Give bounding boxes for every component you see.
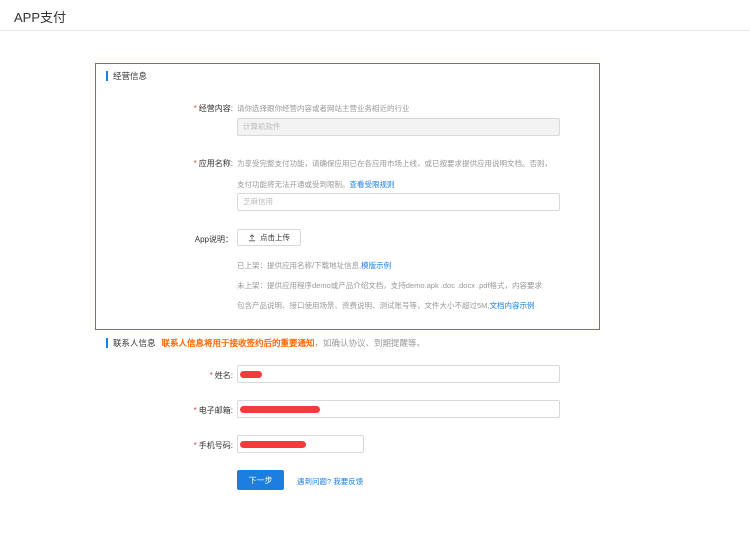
business-content-field[interactable]: 计算机软件 (237, 118, 560, 136)
contact-note: 联系人信息将用于接收签约后的重要通知 (161, 338, 315, 348)
unlisted-hint-line2: 包含产品说明、接口使用场景、资费说明、测试账号等，文件大小不超过5M,文档内容示… (237, 301, 535, 310)
contact-section-title: 联系人信息 (113, 338, 156, 348)
next-button[interactable]: 下一步 (237, 470, 284, 490)
redaction-mark (240, 406, 320, 413)
unlisted-hint-line1: 未上架：提供应用程序demo或产品介绍文档，支持demo.apk .doc .d… (237, 281, 543, 290)
top-bar: APP支付 (0, 0, 750, 31)
restriction-rules-link[interactable]: 查看受限规则 (350, 180, 395, 189)
app-name-input[interactable]: 芝麻信用 (237, 193, 560, 211)
contact-note-suffix: ，如确认协议、到期提醒等。 (314, 338, 426, 348)
app-desc-label: App说明： (194, 235, 233, 244)
doc-example-link[interactable]: 文档内容示例 (490, 301, 535, 310)
page-title: APP支付 (14, 10, 67, 25)
business-content-label: * 经营内容: (193, 104, 233, 113)
template-example-link[interactable]: 模版示例 (361, 261, 391, 270)
section-marker (106, 71, 108, 81)
business-section-header: 经营信息 (106, 70, 147, 82)
app-name-hint-line2: 支付功能将无法开通或受到限制。查看受限规则 (237, 180, 395, 189)
redaction-mark (240, 371, 262, 378)
required-mark: * (193, 441, 197, 450)
email-label: * 电子邮箱: (193, 406, 233, 415)
email-input[interactable] (237, 400, 560, 418)
phone-input[interactable] (237, 435, 364, 453)
upload-button-label: 点击上传 (260, 233, 290, 242)
upload-icon (248, 233, 256, 241)
required-mark: * (193, 104, 197, 113)
app-name-hint-line1: 为享受完整支付功能，请确保应用已在各应用市场上线，或已按要求提供应用说明文档。否… (237, 159, 552, 168)
name-input[interactable] (237, 365, 560, 383)
app-name-label: * 应用名称: (193, 159, 233, 168)
business-content-hint: 请你选择跟你经营内容或者网站主营业务相近的行业 (237, 104, 410, 113)
required-mark: * (193, 159, 197, 168)
listed-hint: 已上架：提供应用名称/下载地址信息,模版示例 (237, 261, 392, 270)
upload-button[interactable]: 点击上传 (237, 229, 301, 246)
name-label: * 姓名: (209, 371, 233, 380)
business-section-title: 经营信息 (113, 71, 148, 81)
section-marker (106, 338, 108, 348)
contact-section-header: 联系人信息 联系人信息将用于接收签约后的重要通知 ，如确认协议、到期提醒等。 (106, 337, 425, 349)
feedback-link[interactable]: 遇到问题? 我要反馈 (297, 476, 363, 487)
required-mark: * (209, 371, 213, 380)
required-mark: * (193, 406, 197, 415)
redaction-mark (240, 441, 306, 448)
phone-label: * 手机号码: (193, 441, 233, 450)
